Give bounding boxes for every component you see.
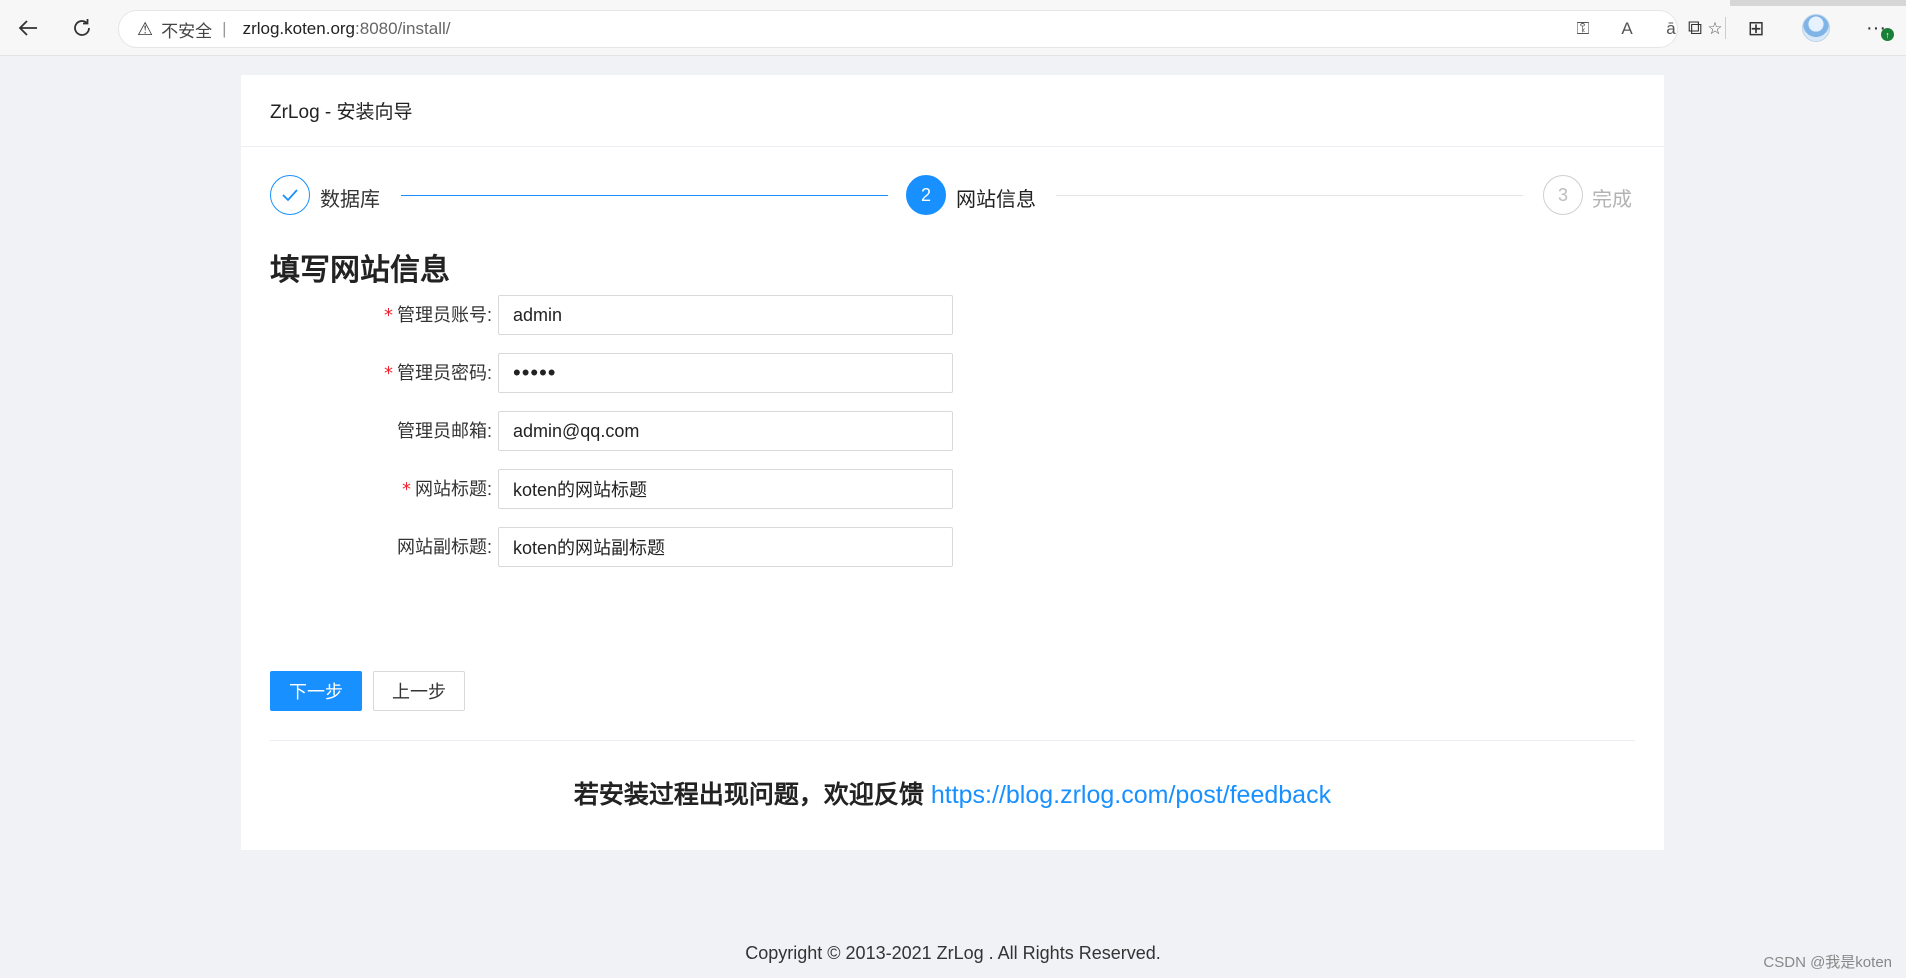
required-mark: * bbox=[383, 363, 393, 384]
admin-account-label-text: 管理员账号: bbox=[396, 305, 492, 325]
feedback-message: 若安装过程出现问题，欢迎反馈 https://blog.zrlog.com/po… bbox=[241, 775, 1664, 811]
admin-email-input[interactable] bbox=[498, 411, 953, 451]
card-title: ZrLog - 安装向导 bbox=[270, 102, 413, 123]
warning-icon[interactable]: ⚠ bbox=[137, 19, 153, 40]
admin-account-input[interactable] bbox=[498, 295, 953, 335]
card-header: ZrLog - 安装向导 bbox=[241, 75, 1664, 147]
update-badge-icon: ↑ bbox=[1881, 28, 1894, 41]
install-card: ZrLog - 安装向导 数据库 2 网站信息 3 完成 填写网站信息 * 管理员… bbox=[241, 75, 1664, 850]
read-aloud-icon[interactable]: A bbox=[1616, 18, 1638, 40]
browser-tools: ⧉ ⊞ ··· ↑ bbox=[1665, 14, 1906, 42]
collections-icon[interactable]: ⊞ bbox=[1726, 14, 1786, 42]
step-3-label: 完成 bbox=[1592, 189, 1632, 211]
steps-bar: 数据库 2 网站信息 3 完成 bbox=[270, 175, 1635, 217]
step-connector-1 bbox=[401, 195, 888, 196]
required-mark: * bbox=[401, 479, 411, 500]
avatar bbox=[1802, 14, 1830, 42]
form-row-site-title: * 网站标题: bbox=[241, 469, 1664, 509]
site-title-label-text: 网站标题: bbox=[414, 479, 492, 499]
next-step-button[interactable]: 下一步 bbox=[270, 671, 362, 711]
step-3-number: 3 bbox=[1543, 175, 1583, 215]
step-1-label: 数据库 bbox=[320, 189, 380, 211]
profile-button[interactable] bbox=[1786, 14, 1846, 42]
refresh-icon[interactable] bbox=[68, 14, 96, 42]
divider bbox=[270, 740, 1635, 741]
feedback-text: 若安装过程出现问题，欢迎反馈 bbox=[573, 781, 931, 809]
step-2-label: 网站信息 bbox=[956, 189, 1036, 211]
admin-password-label-text: 管理员密码: bbox=[396, 363, 492, 383]
form-row-admin-email: 管理员邮箱: bbox=[241, 411, 1664, 451]
required-mark: * bbox=[383, 305, 393, 326]
admin-email-label: 管理员邮箱: bbox=[396, 421, 492, 441]
admin-password-label: * 管理员密码: bbox=[384, 353, 492, 393]
admin-password-input[interactable] bbox=[498, 353, 953, 393]
site-subtitle-label: 网站副标题: bbox=[396, 537, 492, 557]
insecure-label[interactable]: 不安全 bbox=[161, 17, 212, 42]
more-menu-icon[interactable]: ··· ↑ bbox=[1846, 14, 1906, 42]
form-row-admin-account: * 管理员账号: bbox=[241, 295, 1664, 335]
address-bar[interactable]: ⚠ 不安全 | zrlog.koten.org:8080/install/ bbox=[118, 10, 1678, 48]
step-2-number: 2 bbox=[906, 175, 946, 215]
admin-account-label: * 管理员账号: bbox=[384, 295, 492, 335]
watermark: CSDN @我是koten bbox=[1763, 954, 1892, 971]
active-tab[interactable] bbox=[0, 0, 1730, 6]
site-title-input[interactable] bbox=[498, 469, 953, 509]
key-icon[interactable]: ⚿ bbox=[1572, 18, 1594, 40]
form-row-site-subtitle: 网站副标题: bbox=[241, 527, 1664, 567]
form-title: 填写网站信息 bbox=[270, 254, 450, 287]
form-row-admin-password: * 管理员密码: bbox=[241, 353, 1664, 393]
url-path[interactable]: :8080/install/ bbox=[355, 19, 450, 39]
copyright-footer: Copyright © 2013-2021 ZrLog . All Rights… bbox=[745, 943, 1161, 963]
browser-toolbar: ⚠ 不安全 | zrlog.koten.org:8080/install/ ⚿ … bbox=[0, 0, 1906, 56]
site-subtitle-input[interactable] bbox=[498, 527, 953, 567]
step-done-check-icon bbox=[270, 175, 310, 215]
extensions-icon[interactable]: ⧉ bbox=[1665, 14, 1725, 42]
prev-step-button[interactable]: 上一步 bbox=[373, 671, 465, 711]
feedback-link[interactable]: https://blog.zrlog.com/post/feedback bbox=[931, 781, 1331, 809]
tab-strip bbox=[0, 0, 1906, 6]
url-host[interactable]: zrlog.koten.org bbox=[243, 19, 355, 39]
address-separator: | bbox=[222, 19, 227, 38]
site-title-label: * 网站标题: bbox=[402, 469, 492, 509]
step-connector-2 bbox=[1056, 195, 1523, 196]
back-arrow-icon[interactable] bbox=[14, 14, 42, 42]
